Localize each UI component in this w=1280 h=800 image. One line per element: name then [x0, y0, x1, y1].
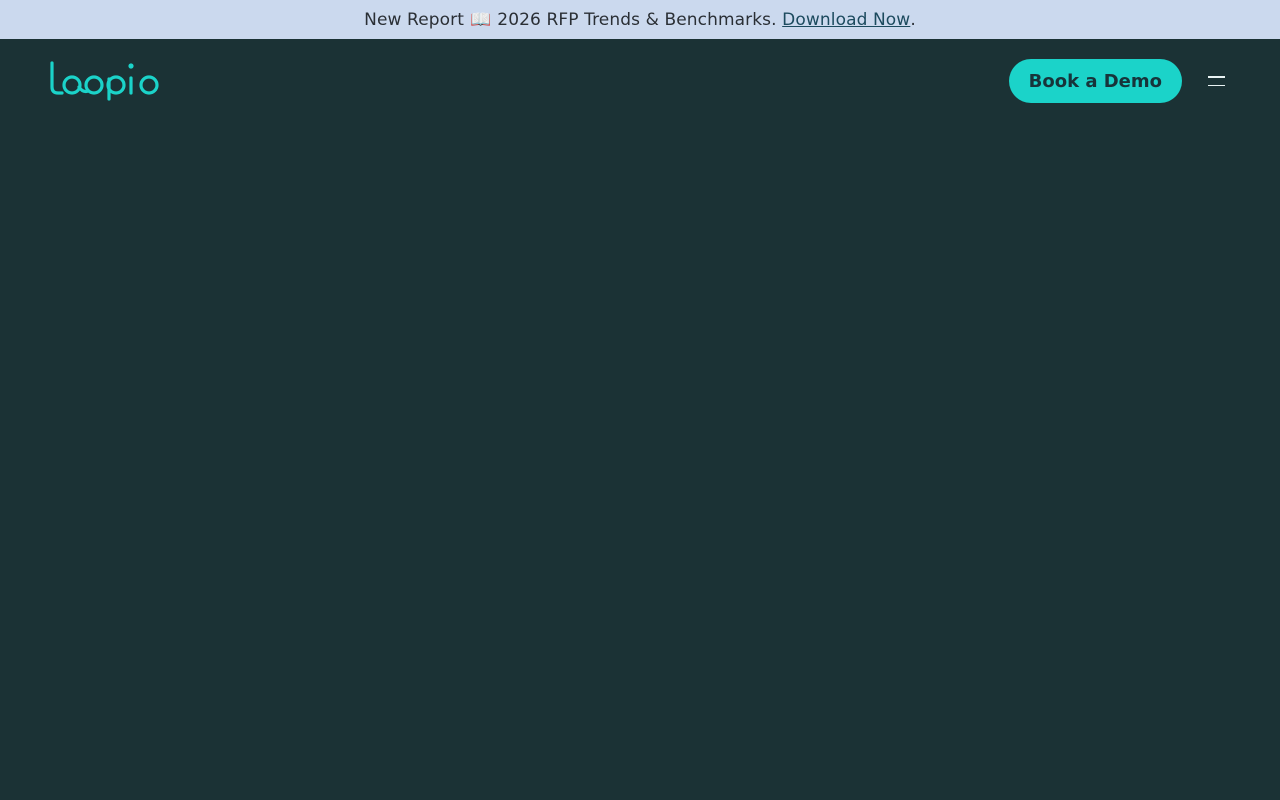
site-header: Book a Demo [0, 39, 1280, 123]
download-now-link[interactable]: Download Now [782, 10, 910, 30]
menu-line-top [1208, 75, 1225, 78]
announcement-suffix: . [910, 9, 916, 30]
announcement-title: 2026 RFP Trends & Benchmarks. [497, 9, 777, 30]
book-icon: 📖 [470, 9, 492, 30]
announcement-prefix: New Report [364, 9, 465, 30]
hamburger-menu-icon[interactable] [1208, 70, 1230, 92]
book-a-demo-button[interactable]: Book a Demo [1008, 59, 1182, 103]
header-actions: Book a Demo [1008, 59, 1230, 103]
menu-line-bottom [1208, 84, 1225, 87]
loopio-logo-icon [50, 61, 159, 101]
loopio-logo[interactable] [50, 61, 162, 101]
announcement-bar: New Report 📖 2026 RFP Trends & Benchmark… [0, 0, 1280, 39]
page-content-area [0, 123, 1280, 800]
